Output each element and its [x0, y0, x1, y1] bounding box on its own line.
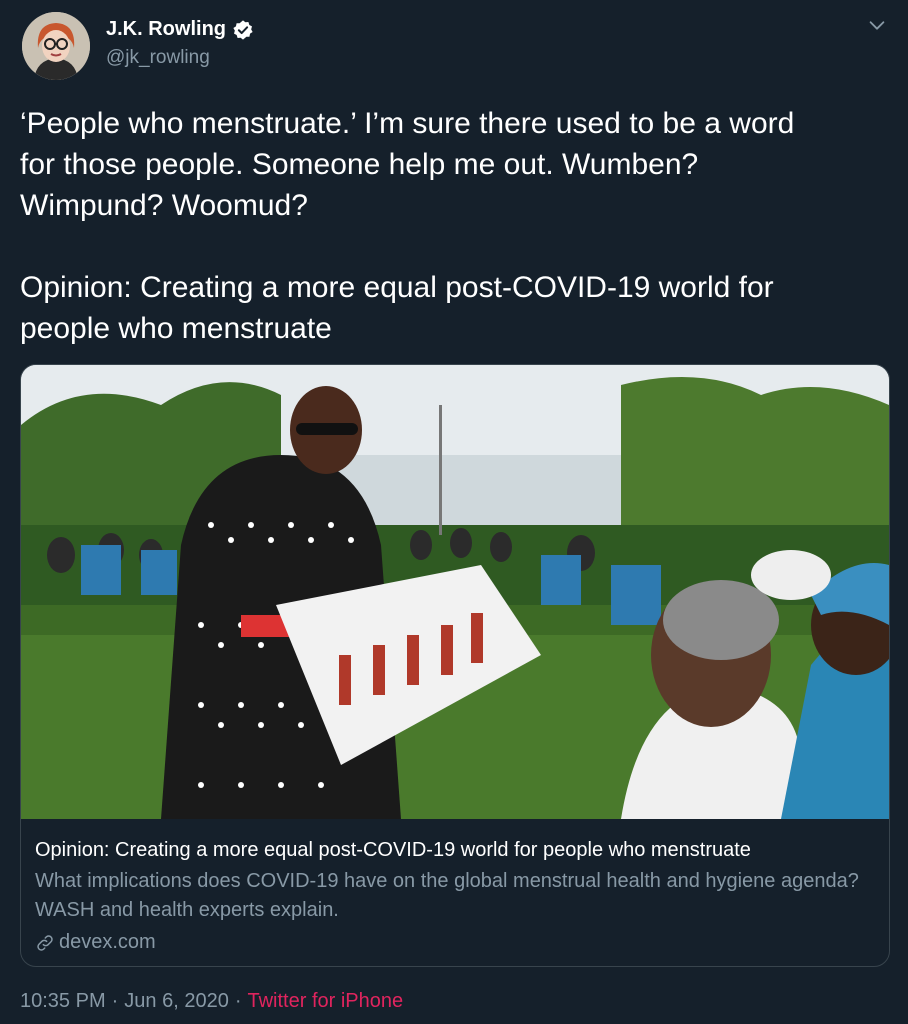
card-image[interactable]	[21, 365, 889, 819]
card-domain-row[interactable]: devex.com	[35, 931, 875, 954]
tweet-time[interactable]: 10:35 PM	[20, 990, 106, 1013]
card-domain[interactable]: devex.com	[59, 931, 156, 954]
meta-separator-2: ·	[234, 990, 242, 1012]
card-title[interactable]: Opinion: Creating a more equal post-COVI…	[35, 837, 875, 863]
avatar-illustration	[22, 12, 90, 80]
link-preview-card[interactable]: Opinion: Creating a more equal post-COVI…	[20, 364, 890, 967]
verified-badge-icon	[233, 19, 253, 40]
author-handle[interactable]: @jk_rowling	[106, 47, 254, 69]
card-info[interactable]: Opinion: Creating a more equal post-COVI…	[35, 837, 875, 954]
meta-separator: ·	[111, 990, 119, 1012]
tweet-header: J.K. Rowling @jk_rowling	[22, 10, 908, 82]
tweet-text: ‘People who menstruate.’ I’m sure there …	[20, 107, 795, 345]
chevron-down-icon[interactable]	[866, 14, 888, 36]
tweet-date[interactable]: Jun 6, 2020	[124, 990, 229, 1013]
author-display-name[interactable]: J.K. Rowling	[106, 18, 226, 41]
avatar[interactable]	[22, 12, 90, 80]
tweet-meta: 10:35 PM · Jun 6, 2020 · Twitter for iPh…	[20, 990, 403, 1013]
author-display-name-row[interactable]: J.K. Rowling	[106, 18, 254, 41]
link-icon	[37, 934, 53, 951]
tweet-source-link[interactable]: Twitter for iPhone	[247, 990, 403, 1013]
card-description: What implications does COVID-19 have on …	[35, 870, 859, 921]
author-names: J.K. Rowling @jk_rowling	[106, 18, 254, 69]
